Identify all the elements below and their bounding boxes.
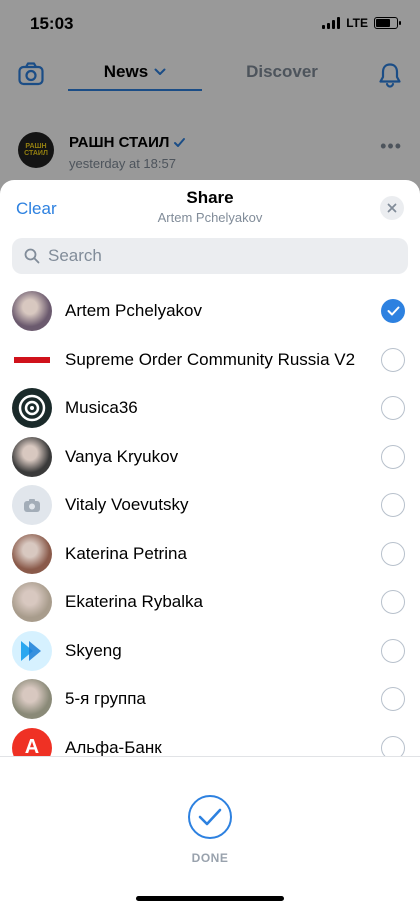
contact-name: Ekaterina Rybalka xyxy=(65,592,203,611)
sheet-title: Share xyxy=(186,188,234,207)
contact-name: Vanya Kryukov xyxy=(65,446,179,466)
contact-avatar xyxy=(12,339,52,380)
sheet-subtitle: Artem Pchelyakov xyxy=(157,210,263,225)
contact-name: Supreme Order Community Russia V2 xyxy=(65,349,356,369)
select-checkbox[interactable] xyxy=(381,493,405,517)
select-checkbox[interactable] xyxy=(381,347,405,372)
close-button[interactable] xyxy=(380,196,404,220)
close-icon xyxy=(387,203,397,213)
search-field[interactable] xyxy=(12,238,408,274)
home-indicator xyxy=(136,896,284,901)
search-icon xyxy=(24,248,40,264)
contact-avatar xyxy=(12,436,52,477)
contact-name: 5-я группа xyxy=(65,689,146,708)
search-input[interactable] xyxy=(48,246,388,266)
select-checkbox[interactable] xyxy=(381,444,405,469)
contact-row[interactable]: Musica36 xyxy=(0,384,420,433)
contact-name: Альфа-Банк xyxy=(65,737,162,757)
contact-row[interactable]: Katerina Petrina xyxy=(0,530,420,579)
share-sheet: Clear Share Artem Pchelyakov Artem Pchel… xyxy=(0,180,420,909)
contact-avatar xyxy=(12,533,52,574)
checkmark-icon xyxy=(387,306,399,316)
contact-avatar xyxy=(12,679,52,719)
contact-name: Artem Pchelyakov xyxy=(65,301,202,320)
contact-row[interactable]: Vitaly Voevutsky xyxy=(0,481,420,530)
contact-name: Katerina Petrina xyxy=(65,543,187,563)
contact-row[interactable]: Artem Pchelyakov xyxy=(0,287,420,336)
camera-icon xyxy=(24,498,40,512)
select-checkbox[interactable] xyxy=(381,638,405,663)
done-button[interactable] xyxy=(188,795,232,839)
select-checkbox[interactable] xyxy=(381,396,405,420)
bottom-bar: DONE xyxy=(0,756,420,909)
select-checkbox[interactable] xyxy=(381,687,405,711)
contact-row[interactable]: 5-я группа xyxy=(0,675,420,724)
done-label: DONE xyxy=(191,851,229,865)
contact-list: Artem Pchelyakov Supreme Order Community … xyxy=(0,287,420,757)
contact-avatar xyxy=(12,485,52,525)
sheet-header: Clear Share Artem Pchelyakov xyxy=(0,180,420,234)
alfa-logo-letter: A xyxy=(24,736,40,757)
select-checkbox[interactable] xyxy=(381,590,405,614)
contact-name: Skyeng xyxy=(65,640,122,660)
contact-row[interactable]: Vanya Kryukov xyxy=(0,433,420,482)
contact-row[interactable]: Ekaterina Rybalka xyxy=(0,578,420,627)
checkmark-icon xyxy=(198,808,222,826)
contact-row[interactable]: Skyeng xyxy=(0,627,420,676)
selected-checkbox[interactable] xyxy=(381,299,405,323)
contact-avatar xyxy=(12,291,52,331)
contact-avatar xyxy=(12,630,52,671)
contact-name: Vitaly Voevutsky xyxy=(65,495,189,514)
contact-row[interactable]: A Альфа-Банк xyxy=(0,724,420,757)
contact-avatar xyxy=(12,388,52,428)
select-checkbox[interactable] xyxy=(381,541,405,566)
contact-row[interactable]: Supreme Order Community Russia V2 xyxy=(0,336,420,385)
musica-logo-icon xyxy=(18,394,46,422)
select-checkbox[interactable] xyxy=(381,735,405,757)
contact-avatar xyxy=(12,582,52,622)
contact-avatar: A xyxy=(12,727,52,757)
supreme-logo-icon xyxy=(14,356,50,363)
skyeng-logo-icon xyxy=(21,640,41,661)
contact-name: Musica36 xyxy=(65,398,138,417)
